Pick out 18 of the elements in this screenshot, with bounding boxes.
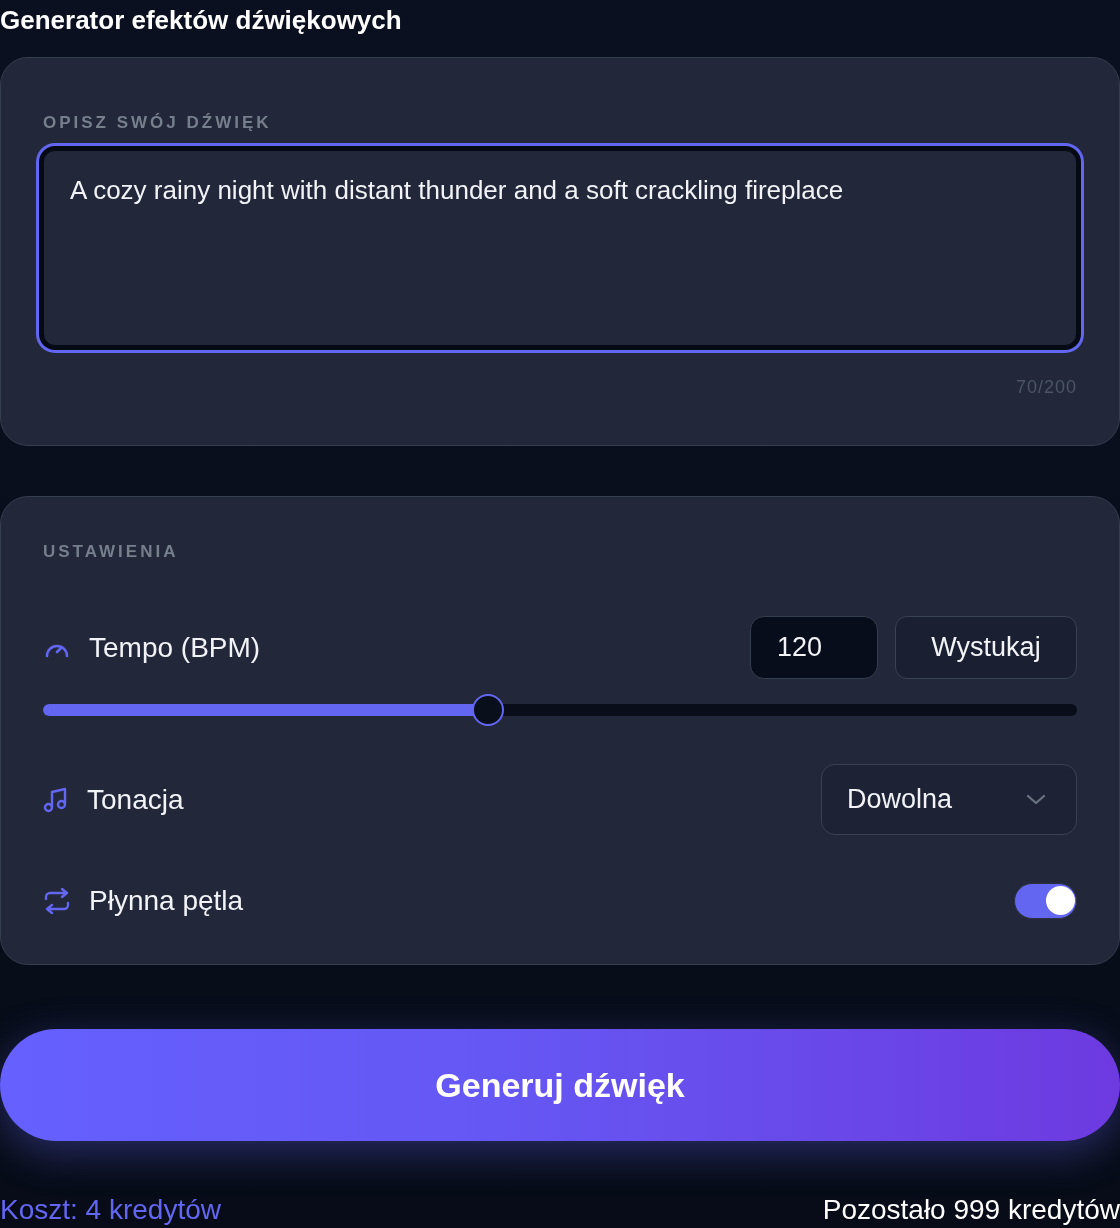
- page-title: Generator efektów dźwiękowych: [0, 4, 403, 36]
- key-select[interactable]: Dowolna: [821, 764, 1077, 835]
- section-label: OPISZ SWÓJ DŹWIĘK: [43, 112, 272, 134]
- toggle-switch[interactable]: [1014, 883, 1077, 919]
- chevron-down-icon: [1026, 794, 1046, 805]
- number-input[interactable]: 120: [750, 616, 878, 679]
- generate-button[interactable]: Generuj dźwięk: [0, 1029, 1120, 1141]
- slider-track[interactable]: [43, 694, 1077, 726]
- music-note-icon: [43, 786, 69, 813]
- repeat-icon: [43, 888, 71, 914]
- setting-label: Tempo (BPM): [89, 630, 261, 665]
- section-label: USTAWIENIA: [43, 541, 179, 563]
- cost-text: Koszt: 4 kredytów: [0, 1193, 221, 1227]
- remaining-credits-text: Pozostało 999 kredytów: [822, 1193, 1120, 1227]
- tap-button[interactable]: Wystukaj: [895, 616, 1077, 679]
- slider-thumb[interactable]: [471, 694, 504, 726]
- setting-label: Płynna pętla: [89, 884, 244, 918]
- setting-label: Tonacja: [87, 782, 184, 817]
